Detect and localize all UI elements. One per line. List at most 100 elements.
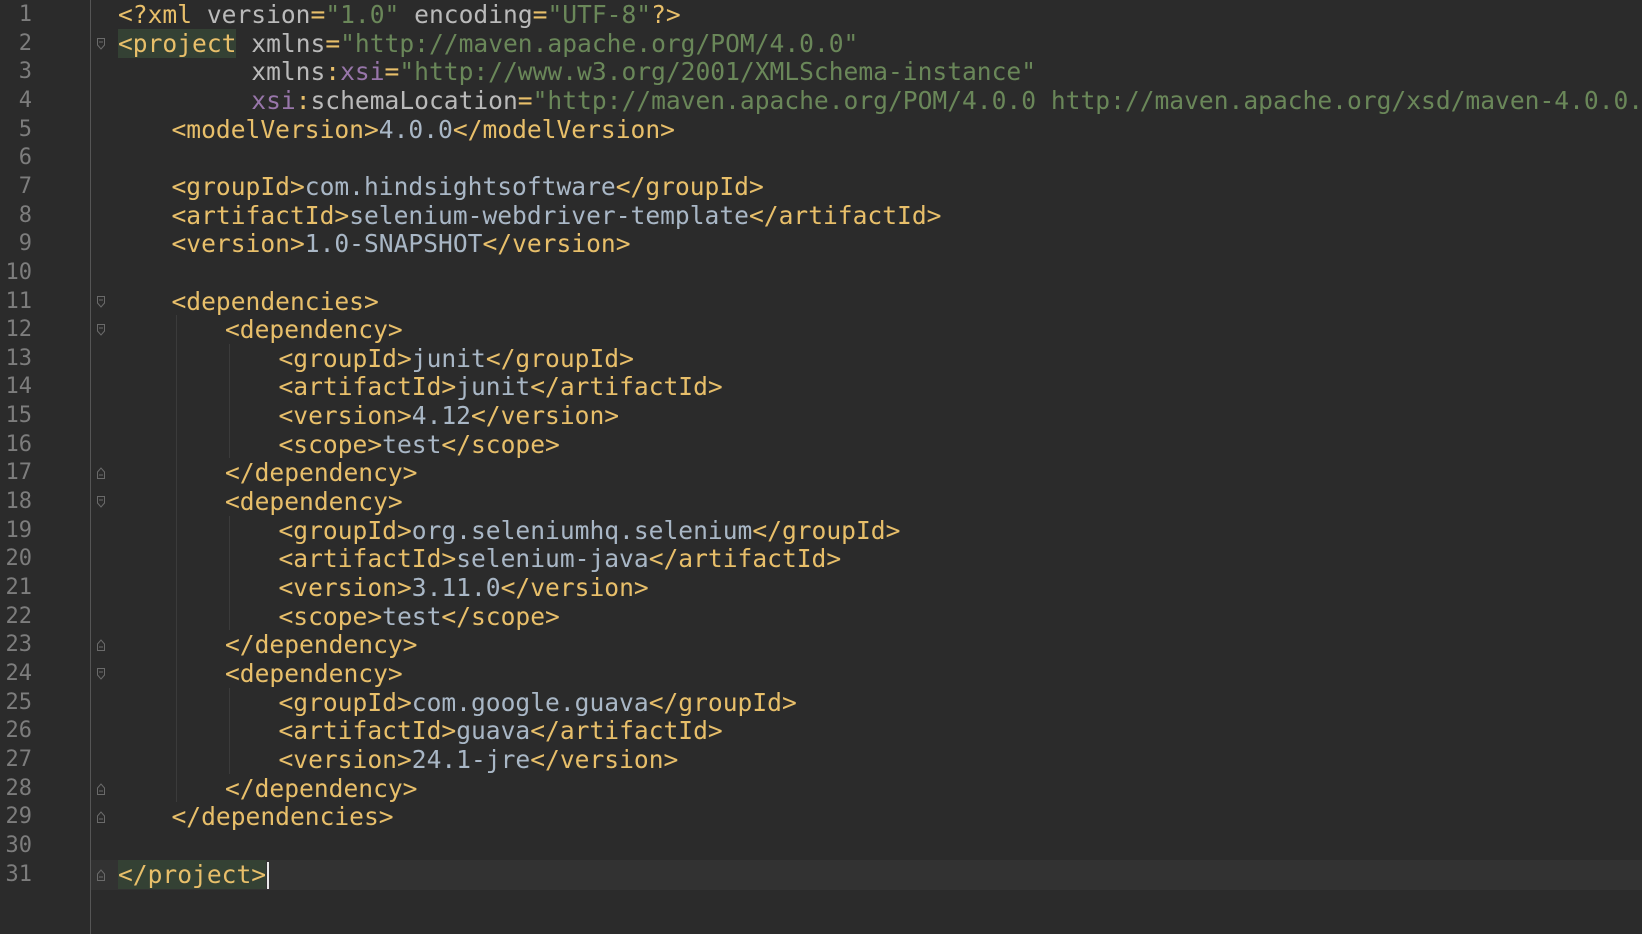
line-number: 19 [5,517,33,543]
code-token: </version> [482,229,631,259]
code-line[interactable]: <artifactId>selenium-webdriver-template<… [172,201,942,231]
code-token: = [325,28,341,58]
fold-collapse-icon[interactable] [97,295,105,308]
code-line[interactable]: xmlns:xsi="http://www.w3.org/2001/XMLSch… [118,57,1036,87]
code-token: xsi [340,57,385,87]
code-token: </version> [530,744,679,774]
code-line[interactable]: </dependency> [225,630,418,660]
fold-end-icon[interactable] [97,467,105,480]
code-line[interactable]: <dependencies> [172,287,379,317]
code-line[interactable]: <groupId>com.google.guava</groupId> [279,688,797,718]
code-line[interactable]: </dependencies> [172,802,394,832]
fold-collapse-icon[interactable] [97,324,105,336]
code-line[interactable]: <dependency> [225,487,403,517]
text-caret [267,862,270,889]
indent-guide [175,315,177,803]
code-line[interactable]: <artifactId>junit</artifactId> [279,372,723,402]
code-token: <groupId> [278,515,412,545]
code-editor[interactable]: 1 2 3 4 5 6 7 8 9 10 11 12 13 14 15 16 17 18 19 20 21 22 23 24 2… [0,0,1642,934]
line-number: 13 [5,345,33,371]
indent-guide [229,515,230,631]
code-line[interactable]: <version>1.0-SNAPSHOT</version> [172,229,631,259]
line-number: 31 [5,861,33,887]
code-line[interactable]: <groupId>org.seleniumhq.selenium</groupI… [279,516,901,546]
code-line[interactable]: <groupId>com.hindsightsoftware</groupId> [172,172,764,202]
code-token: guava [456,716,531,746]
code-token: encoding [399,0,533,29]
line-number: 26 [5,718,33,744]
code-line[interactable]: </project> [118,859,270,890]
code-token: </artifactId> [648,544,842,574]
code-token: junit [456,372,531,402]
fold-collapse-icon[interactable] [97,37,105,50]
line-number: 25 [5,689,33,715]
fold-collapse-icon[interactable] [97,667,105,680]
code-token: <artifactId> [171,200,350,230]
code-token: <version> [278,744,412,774]
code-line[interactable]: <project xmlns="http://maven.apache.org/… [118,28,858,59]
code-token: "UTF-8" [547,0,652,29]
code-line[interactable]: <scope>test</scope> [279,602,560,632]
code-token: xmlns [118,57,326,87]
line-number: 22 [5,603,33,629]
code-token: </dependency> [225,458,418,488]
code-token: selenium-webdriver-template [349,200,749,230]
code-line[interactable]: <version>24.1-jre</version> [279,745,679,775]
line-number: 24 [5,660,33,686]
code-line[interactable]: </dependency> [225,458,418,488]
code-token: xmlns [236,28,326,58]
code-token: = [532,0,548,29]
code-token: <groupId> [278,687,412,717]
line-number: 6 [18,145,32,171]
code-token: </groupId> [615,171,764,201]
code-line[interactable]: <version>3.11.0</version> [279,573,649,603]
line-number: 29 [5,804,33,830]
code-line[interactable]: <scope>test</scope> [279,430,560,460]
code-token: </version> [471,401,620,431]
line-number: 4 [18,87,32,113]
code-token: = [310,0,326,29]
code-token: schemaLocation [310,85,518,115]
line-number: 15 [5,403,33,429]
code-token: 4.12 [411,401,471,431]
code-line[interactable]: <groupId>junit</groupId> [279,344,634,374]
code-token: test [382,429,442,459]
code-line[interactable]: <artifactId>selenium-java</artifactId> [279,544,842,574]
fold-collapse-icon[interactable] [97,496,105,508]
line-number: 23 [5,632,33,658]
code-token: </groupId> [752,515,901,545]
line-number: 2 [18,30,32,56]
code-token: "1.0" [325,0,400,29]
code-token: 4.0.0 [378,114,453,144]
code-token: <version> [278,401,412,431]
fold-end-icon[interactable] [97,868,105,881]
code-token: com.hindsightsoftware [304,171,616,201]
code-token: </groupId> [485,343,634,373]
code-line[interactable]: <dependency> [225,659,403,689]
code-line[interactable]: <modelVersion>4.0.0</modelVersion> [172,115,675,145]
code-line[interactable]: </dependency> [225,774,418,804]
code-token: <scope> [278,429,383,459]
code-token: = [517,85,533,115]
line-number: 1 [18,2,32,27]
fold-end-icon[interactable] [97,811,105,824]
code-token: <dependency> [225,487,403,517]
code-token: 3.11.0 [411,573,501,602]
fold-end-icon[interactable] [97,639,105,652]
code-area[interactable]: <?xml version="1.0" encoding="UTF-8"?> <p… [118,0,1642,934]
code-token: </dependencies> [171,802,394,832]
line-number: 30 [5,832,33,858]
code-line[interactable]: <artifactId>guava</artifactId> [279,716,723,746]
code-line[interactable]: xsi:schemaLocation="http://maven.apache.… [118,86,1642,116]
fold-end-icon[interactable] [97,782,105,795]
code-line[interactable]: <version>4.12</version> [279,401,620,431]
line-number: 12 [5,317,33,343]
code-token: </scope> [441,601,560,631]
code-token: </version> [500,573,649,602]
code-token: </artifactId> [530,372,723,402]
code-token: "http://www.w3.org/2001/XMLSchema-instan… [399,57,1037,87]
code-token: xsi [118,85,296,115]
code-line[interactable]: <?xml version="1.0" encoding="UTF-8"?> [118,0,681,30]
code-line[interactable]: <dependency> [225,315,403,345]
code-token: </dependency> [225,773,418,803]
